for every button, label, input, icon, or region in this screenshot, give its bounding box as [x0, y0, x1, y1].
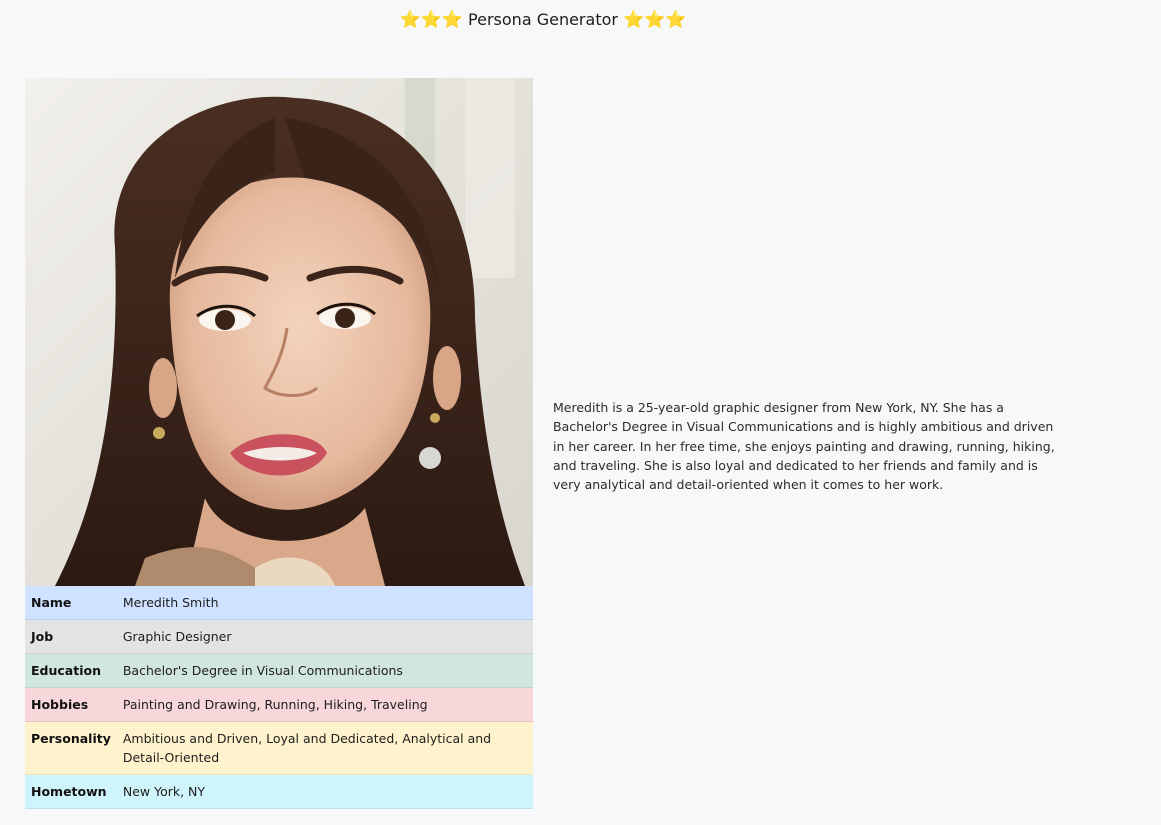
- persona-details-table: Name Meredith Smith Job Graphic Designer…: [25, 586, 533, 809]
- page-title: ⭐⭐⭐ Persona Generator ⭐⭐⭐: [0, 8, 1086, 32]
- table-row-personality: Personality Ambitious and Driven, Loyal …: [25, 721, 533, 775]
- row-label: Name: [25, 586, 117, 620]
- row-value: Meredith Smith: [116, 586, 533, 620]
- row-label: Education: [25, 653, 117, 688]
- star-icons-right: ⭐⭐⭐: [623, 10, 687, 30]
- row-label: Hometown: [25, 774, 117, 809]
- row-label: Hobbies: [25, 687, 117, 722]
- table-row-name: Name Meredith Smith: [25, 586, 533, 620]
- table-row-education: Education Bachelor's Degree in Visual Co…: [25, 653, 533, 688]
- row-value: Bachelor's Degree in Visual Communicatio…: [116, 653, 533, 688]
- table-row-hobbies: Hobbies Painting and Drawing, Running, H…: [25, 687, 533, 722]
- page-title-text: Persona Generator: [468, 10, 618, 29]
- row-value: New York, NY: [116, 774, 533, 809]
- persona-photo: [25, 78, 533, 586]
- persona-portrait-image: [25, 78, 533, 586]
- row-value: Ambitious and Driven, Loyal and Dedicate…: [116, 721, 533, 775]
- row-label: Job: [25, 619, 117, 654]
- star-icons-left: ⭐⭐⭐: [399, 10, 463, 30]
- table-row-job: Job Graphic Designer: [25, 619, 533, 654]
- row-label: Personality: [25, 721, 117, 775]
- row-value: Painting and Drawing, Running, Hiking, T…: [116, 687, 533, 722]
- persona-bio: Meredith is a 25-year-old graphic design…: [553, 400, 1055, 493]
- table-row-hometown: Hometown New York, NY: [25, 774, 533, 809]
- row-value: Graphic Designer: [116, 619, 533, 654]
